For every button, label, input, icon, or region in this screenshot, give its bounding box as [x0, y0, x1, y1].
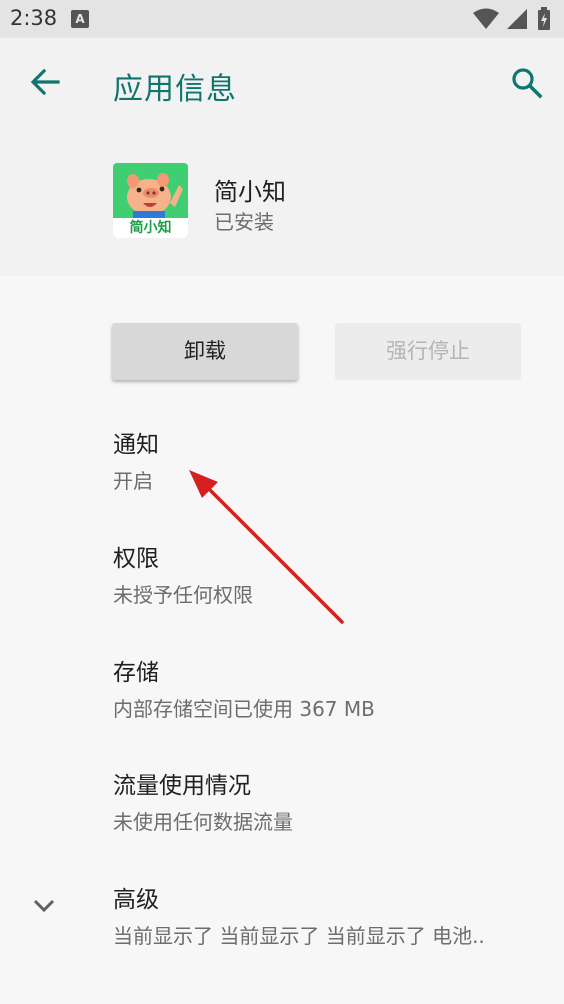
status-time: 2:38: [10, 6, 58, 30]
app-bar: 应用信息: [0, 38, 564, 126]
arrow-back-icon: [30, 68, 60, 96]
pref-storage[interactable]: 存储 内部存储空间已使用 367 MB: [113, 653, 375, 722]
pref-advanced[interactable]: 高级 当前显示了 当前显示了 当前显示了 电池..: [113, 880, 485, 949]
wifi-icon: [472, 8, 499, 29]
pref-title: 高级: [113, 887, 159, 913]
notification-a-icon: A: [71, 10, 89, 28]
search-icon: [512, 68, 543, 99]
pref-summary: 未授予任何权限: [113, 583, 253, 607]
pref-title: 存储: [113, 660, 159, 686]
pref-title: 流量使用情况: [113, 773, 251, 799]
pref-summary: 未使用任何数据流量: [113, 810, 293, 834]
page-title: 应用信息: [113, 72, 237, 107]
pref-permissions[interactable]: 权限 未授予任何权限: [113, 539, 253, 608]
search-button[interactable]: [506, 62, 546, 102]
app-install-status: 已安装: [214, 210, 274, 234]
pref-summary: 内部存储空间已使用 367 MB: [113, 697, 375, 721]
force-stop-button[interactable]: 强行停止: [335, 323, 521, 380]
app-icon-label: 简小知: [129, 220, 172, 236]
uninstall-button[interactable]: 卸载: [112, 323, 298, 380]
expand-advanced-button[interactable]: [28, 890, 60, 922]
status-icons: [472, 7, 552, 31]
signal-icon: [506, 9, 527, 29]
pref-title: 通知: [113, 432, 159, 458]
app-icon: 简小知: [113, 163, 188, 238]
app-header: 简小知 简小知 已安装: [0, 126, 564, 276]
app-name: 简小知: [214, 178, 286, 206]
pref-title: 权限: [113, 546, 159, 572]
pref-summary: 当前显示了 当前显示了 当前显示了 电池..: [113, 924, 485, 948]
pref-data-usage[interactable]: 流量使用情况 未使用任何数据流量: [113, 766, 293, 835]
battery-icon: [538, 7, 550, 30]
pref-notifications[interactable]: 通知 开启: [113, 425, 159, 494]
chevron-down-icon: [33, 899, 55, 913]
app-info-content: 卸载 强行停止 通知 开启 权限 未授予任何权限 存储 内部存储空间已使用 36…: [0, 276, 564, 1004]
status-bar: 2:38 A: [0, 0, 564, 38]
back-button[interactable]: [25, 62, 65, 102]
pref-summary: 开启: [113, 469, 153, 493]
